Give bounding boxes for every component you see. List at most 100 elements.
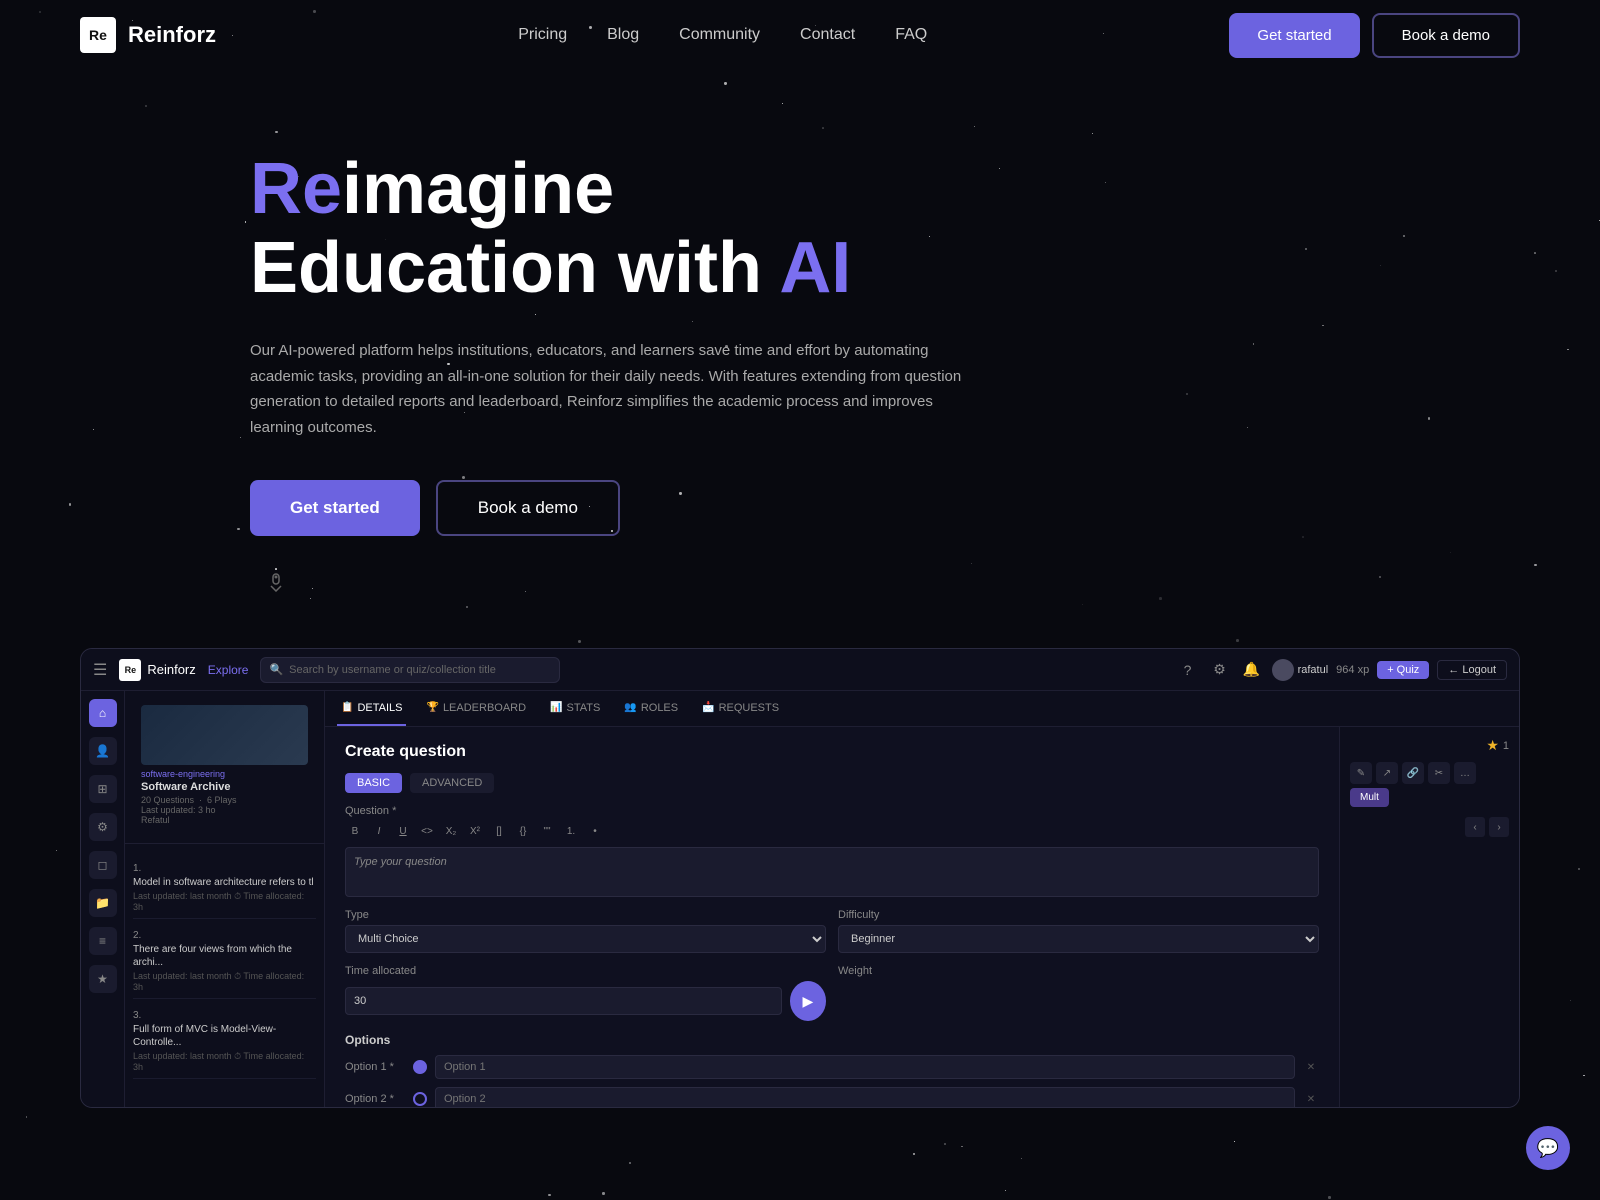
settings-icon[interactable]: ⚙ [1208,658,1232,682]
app-explore[interactable]: Explore [208,663,249,677]
weight-label: Weight [838,965,1319,977]
tab-leaderboard[interactable]: 🏆 LEADERBOARD [422,691,530,726]
nav-contact[interactable]: Contact [800,26,855,43]
q-num-2: 2. [133,930,141,941]
collection-author: Refatul [141,815,308,825]
q-num-1: 1. [133,863,141,874]
bell-icon[interactable]: 🔔 [1240,658,1264,682]
action-row: ✎ ↗ 🔗 ✂ … Mult [1350,762,1509,807]
sidebar-icon-settings[interactable]: ⚙ [89,813,117,841]
collection-questions: 20 Questions [141,795,194,805]
sidebar-icon-grid[interactable]: ⊞ [89,775,117,803]
option-2-delete[interactable]: ✕ [1303,1091,1319,1107]
toolbar-list-ul[interactable]: • [585,821,605,841]
star-icon: ★ [1486,737,1499,754]
tab-requests[interactable]: 📩 REQUESTS [698,691,783,726]
nav-community[interactable]: Community [679,26,760,43]
question-input[interactable]: Type your question [345,847,1319,897]
tab-advanced[interactable]: ADVANCED [410,773,494,793]
option-row-1: Option 1 * ✕ [345,1055,1319,1079]
toolbar-underline[interactable]: U [393,821,413,841]
app-logo-box: Re [119,659,141,681]
tab-roles[interactable]: 👥 ROLES [620,691,682,726]
form-row-type-difficulty: Type Multi Choice Difficulty Beginner [345,909,1319,953]
link-icon[interactable]: 🔗 [1402,762,1424,784]
user-avatar [1272,659,1294,681]
toolbar-brace[interactable]: {} [513,821,533,841]
hero-book-demo-button[interactable]: Book a demo [436,480,620,536]
toolbar-superscript[interactable]: X² [465,821,485,841]
option-2-radio[interactable] [413,1092,427,1106]
q-meta-2: Last updated: last month ⏱ Time allocate… [133,971,316,992]
option-1-delete[interactable]: ✕ [1303,1059,1319,1075]
sidebar-icon-home[interactable]: ⌂ [89,699,117,727]
collection-plays: 6 Plays [207,795,237,805]
nav-buttons: Get started Book a demo [1229,13,1520,58]
option-2-input[interactable] [435,1087,1295,1107]
toolbar-bracket[interactable]: [] [489,821,509,841]
toolbar-quote[interactable]: "" [537,821,557,841]
logout-button[interactable]: ← Logout [1437,660,1507,680]
edit-icon[interactable]: ✎ [1350,762,1372,784]
nav-blog[interactable]: Blog [607,26,639,43]
options-section: Options Option 1 * ✕ Option 2 * ✕ [345,1033,1319,1107]
collection-item[interactable]: software-engineering Software Archive 20… [133,699,316,831]
help-icon[interactable]: ? [1176,658,1200,682]
question-list-item[interactable]: 2. There are four views from which the a… [133,919,316,999]
tab-basic[interactable]: BASIC [345,773,402,793]
sidebar-icon-users[interactable]: 👤 [89,737,117,765]
toolbar-italic[interactable]: I [369,821,389,841]
menu-icon[interactable]: ☰ [93,660,107,680]
app-search[interactable]: 🔍 Search by username or quiz/collection … [260,657,560,683]
nav-get-started-button[interactable]: Get started [1229,13,1359,58]
prev-arrow[interactable]: ‹ [1465,817,1485,837]
difficulty-select[interactable]: Beginner [838,925,1319,953]
more-icon[interactable]: … [1454,762,1476,784]
question-list-item[interactable]: 3. Full form of MVC is Model-View-Contro… [133,999,316,1079]
next-arrow[interactable]: › [1489,817,1509,837]
chat-bubble[interactable]: 💬 [1526,1126,1570,1170]
nav-links: Pricing Blog Community Contact FAQ [518,26,927,44]
nav-pricing[interactable]: Pricing [518,26,567,43]
form-col-weight: Weight [838,965,1319,1021]
q-meta-1: Last updated: last month ⏱ Time allocate… [133,891,316,912]
tab-requests-label: REQUESTS [719,702,780,714]
sidebar-icon-list[interactable]: ≡ [89,927,117,955]
app-content: Create question BASIC ADVANCED Question … [325,727,1519,1107]
mult-button[interactable]: Mult [1350,788,1389,807]
option-1-radio[interactable] [413,1060,427,1074]
sidebar-icon-box[interactable]: ◻ [89,851,117,879]
toolbar-subscript[interactable]: X₂ [441,821,461,841]
scissors-icon[interactable]: ✂ [1428,762,1450,784]
sidebar-icon-folder[interactable]: 📁 [89,889,117,917]
type-label: Type [345,909,826,921]
form-row-time-weight: Time allocated ▶ Weight [345,965,1319,1021]
create-question-form: Create question BASIC ADVANCED Question … [325,727,1339,1107]
search-icon: 🔍 [269,663,283,676]
toolbar-code[interactable]: <> [417,821,437,841]
play-button[interactable]: ▶ [790,981,826,1021]
tab-details[interactable]: 📋 DETAILS [337,691,406,726]
sidebar-icon-star[interactable]: ★ [89,965,117,993]
form-col-type: Type Multi Choice [345,909,826,953]
navbar: Re Reinforz Pricing Blog Community Conta… [0,0,1600,70]
tab-stats[interactable]: 📊 STATS [546,691,604,726]
type-select[interactable]: Multi Choice [345,925,826,953]
tab-details-label: DETAILS [357,702,402,714]
option-1-input[interactable] [435,1055,1295,1079]
username: rafatul [1298,664,1329,676]
logo: Re Reinforz [80,17,216,53]
q-text-2: There are four views from which the arch… [133,943,316,969]
question-list-item[interactable]: 1. Model in software architecture refers… [133,852,316,919]
tab-leaderboard-label: LEADERBOARD [443,702,526,714]
time-input[interactable] [345,987,782,1015]
create-quiz-button[interactable]: + Quiz [1377,661,1429,679]
star-row: ★ 1 [1350,737,1509,754]
hero-get-started-button[interactable]: Get started [250,480,420,536]
toolbar-list-ol[interactable]: 1. [561,821,581,841]
nav-book-demo-button[interactable]: Book a demo [1372,13,1520,58]
nav-faq[interactable]: FAQ [895,26,927,43]
share-icon[interactable]: ↗ [1376,762,1398,784]
toolbar-bold[interactable]: B [345,821,365,841]
app-logo-text: Reinforz [147,662,195,677]
